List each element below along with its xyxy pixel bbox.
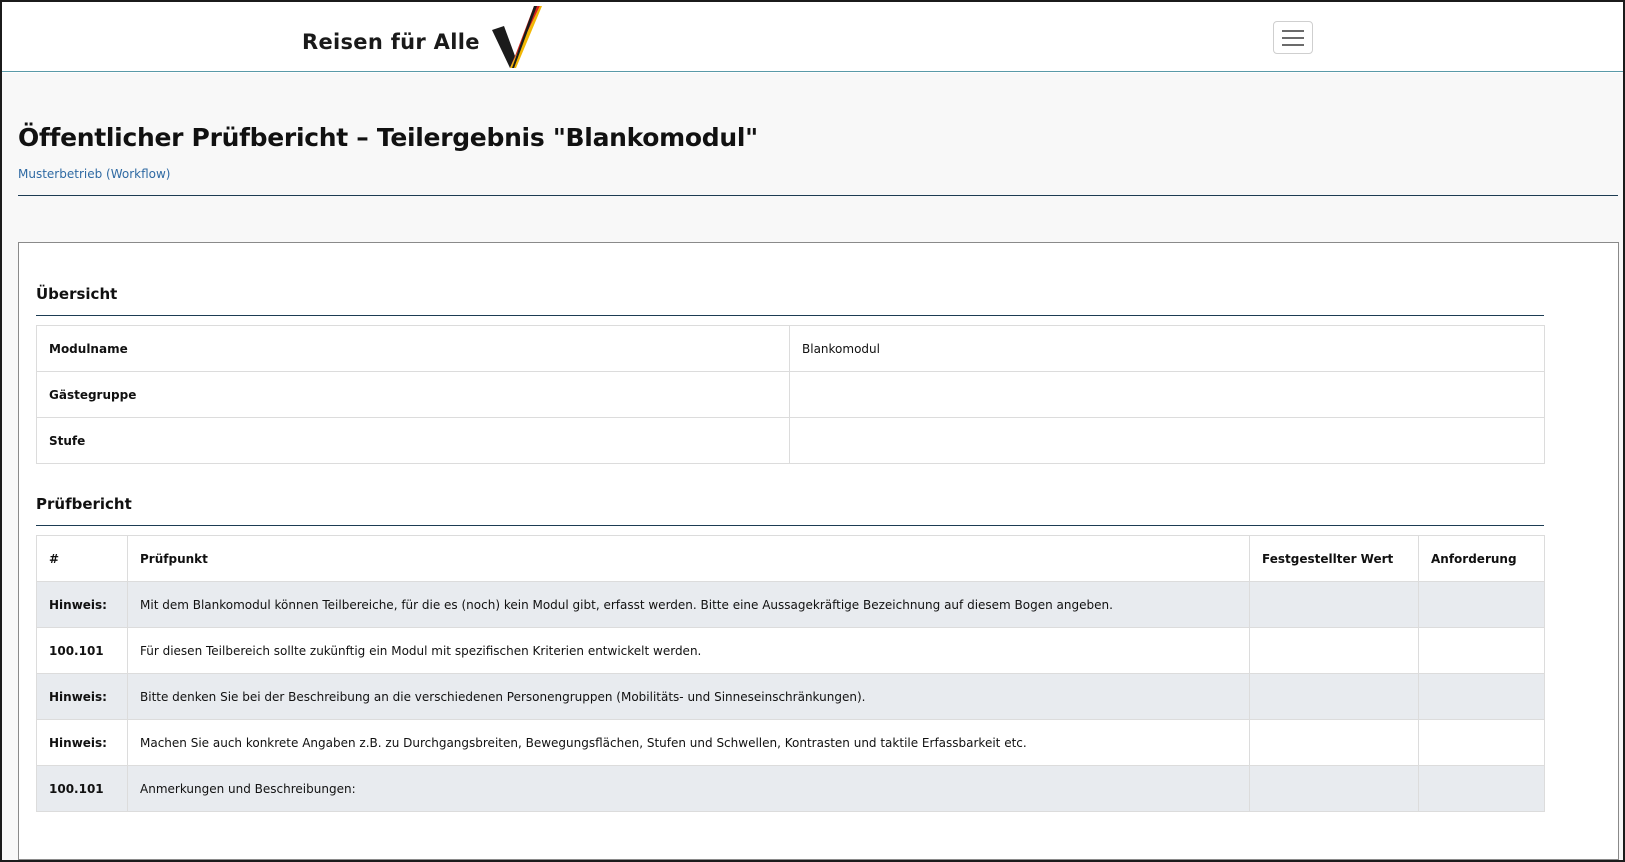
overview-label: Modulname bbox=[36, 325, 790, 372]
overview-label: Gästegruppe bbox=[36, 371, 790, 418]
row-number: Hinweis: bbox=[36, 719, 128, 766]
row-checkpoint: Mit dem Blankomodul können Teilbereiche,… bbox=[127, 581, 1250, 628]
row-number: 100.101 bbox=[36, 627, 128, 674]
report-table: # Prüfpunkt Festgestellter Wert Anforder… bbox=[36, 535, 1545, 812]
row-checkpoint: Anmerkungen und Beschreibungen: bbox=[127, 765, 1250, 812]
table-row: 100.101 Anmerkungen und Beschreibungen: bbox=[36, 765, 1545, 812]
overview-row: Modulname Blankomodul bbox=[36, 325, 1545, 372]
brand-text: Reisen für Alle bbox=[302, 30, 480, 54]
row-number: Hinweis: bbox=[36, 581, 128, 628]
table-row: 100.101 Für diesen Teilbereich sollte zu… bbox=[36, 627, 1545, 674]
report-header-row: # Prüfpunkt Festgestellter Wert Anforder… bbox=[36, 535, 1545, 582]
row-requirement bbox=[1418, 719, 1545, 766]
overview-row: Gästegruppe bbox=[36, 371, 1545, 418]
overview-value: Blankomodul bbox=[789, 325, 1545, 372]
row-value bbox=[1249, 765, 1419, 812]
column-header-requirement: Anforderung bbox=[1418, 535, 1545, 582]
row-value bbox=[1249, 673, 1419, 720]
row-requirement bbox=[1418, 627, 1545, 674]
page-title: Öffentlicher Prüfbericht – Teilergebnis … bbox=[18, 123, 758, 152]
row-value bbox=[1249, 719, 1419, 766]
overview-value bbox=[789, 371, 1545, 418]
row-number: Hinweis: bbox=[36, 673, 128, 720]
row-number: 100.101 bbox=[36, 765, 128, 812]
hamburger-menu-icon[interactable] bbox=[1273, 21, 1313, 54]
row-value bbox=[1249, 581, 1419, 628]
column-header-checkpoint: Prüfpunkt bbox=[127, 535, 1250, 582]
report-card: Übersicht Modulname Blankomodul Gästegru… bbox=[18, 242, 1619, 860]
overview-table: Modulname Blankomodul Gästegruppe Stufe bbox=[36, 325, 1545, 464]
row-requirement bbox=[1418, 673, 1545, 720]
row-requirement bbox=[1418, 581, 1545, 628]
table-row: Hinweis: Mit dem Blankomodul können Teil… bbox=[36, 581, 1545, 628]
row-checkpoint: Bitte denken Sie bei der Beschreibung an… bbox=[127, 673, 1250, 720]
row-requirement bbox=[1418, 765, 1545, 812]
brand-logo-link[interactable]: Reisen für Alle bbox=[302, 6, 542, 68]
report-divider bbox=[36, 525, 1544, 526]
overview-heading: Übersicht bbox=[36, 285, 118, 303]
checkmark-logo-icon bbox=[491, 6, 542, 68]
column-header-number: # bbox=[36, 535, 128, 582]
overview-row: Stufe bbox=[36, 417, 1545, 464]
business-link[interactable]: Musterbetrieb (Workflow) bbox=[18, 167, 170, 181]
title-divider bbox=[18, 195, 1618, 196]
overview-label: Stufe bbox=[36, 417, 790, 464]
top-navbar: Reisen für Alle bbox=[2, 2, 1623, 72]
report-heading: Prüfbericht bbox=[36, 495, 132, 513]
table-row: Hinweis: Machen Sie auch konkrete Angabe… bbox=[36, 719, 1545, 766]
row-checkpoint: Für diesen Teilbereich sollte zukünftig … bbox=[127, 627, 1250, 674]
overview-divider bbox=[36, 315, 1544, 316]
table-row: Hinweis: Bitte denken Sie bei der Beschr… bbox=[36, 673, 1545, 720]
column-header-value: Festgestellter Wert bbox=[1249, 535, 1419, 582]
row-checkpoint: Machen Sie auch konkrete Angaben z.B. zu… bbox=[127, 719, 1250, 766]
row-value bbox=[1249, 627, 1419, 674]
main-content: Öffentlicher Prüfbericht – Teilergebnis … bbox=[2, 73, 1623, 860]
overview-value bbox=[789, 417, 1545, 464]
